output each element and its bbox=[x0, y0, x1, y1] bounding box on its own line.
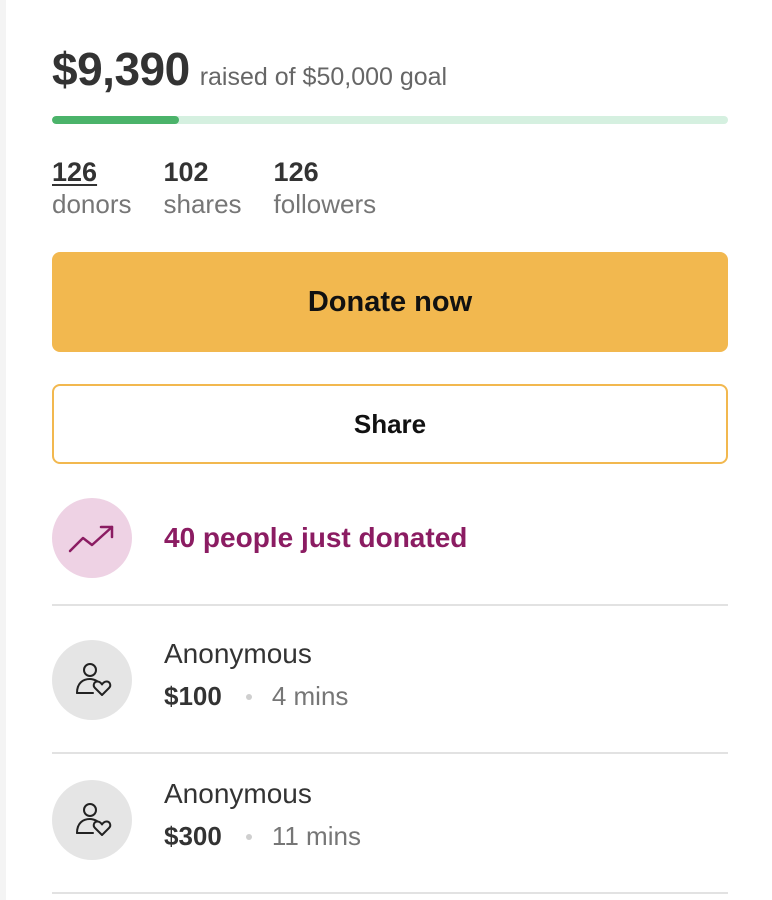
divider bbox=[52, 604, 728, 606]
amount-summary: $9,390 raised of $50,000 goal bbox=[52, 42, 447, 96]
stat-followers: 126 followers bbox=[274, 156, 377, 220]
stats-row: 126 donors 102 shares 126 followers bbox=[52, 156, 408, 220]
stat-shares-count: 102 bbox=[163, 157, 209, 187]
stat-donors-label: donors bbox=[52, 189, 132, 219]
stat-shares: 102 shares bbox=[164, 156, 242, 220]
stat-donors-count[interactable]: 126 bbox=[52, 156, 132, 188]
donation-amount: $300 bbox=[164, 821, 222, 851]
trending-text: 40 people just donated bbox=[164, 522, 468, 553]
progress-bar bbox=[52, 116, 728, 124]
divider bbox=[52, 892, 728, 894]
divider bbox=[52, 752, 728, 754]
separator-dot bbox=[245, 833, 252, 840]
donation-time: 4 mins bbox=[271, 681, 349, 711]
donation-item: Anonymous $100 4 mins bbox=[52, 638, 728, 720]
stat-followers-label: followers bbox=[273, 189, 377, 219]
stat-shares-label: shares bbox=[163, 189, 242, 219]
trending-up-icon bbox=[52, 498, 132, 578]
stat-donors[interactable]: 126 donors bbox=[52, 156, 132, 220]
trending-banner: 40 people just donated bbox=[52, 498, 728, 578]
stat-followers-count: 126 bbox=[273, 157, 319, 187]
donate-now-button[interactable]: Donate now bbox=[52, 252, 728, 352]
donor-heart-icon bbox=[52, 780, 132, 860]
donation-item: Anonymous $300 11 mins bbox=[52, 778, 728, 860]
page-edge bbox=[0, 0, 6, 900]
donation-time: 11 mins bbox=[271, 821, 361, 851]
goal-text: raised of $50,000 goal bbox=[199, 63, 448, 91]
separator-dot bbox=[245, 693, 252, 700]
raised-amount: $9,390 bbox=[52, 43, 190, 95]
donor-heart-icon bbox=[52, 640, 132, 720]
donation-amount: $100 bbox=[164, 681, 222, 711]
donor-name: Anonymous bbox=[164, 778, 312, 809]
donor-name: Anonymous bbox=[164, 638, 312, 669]
progress-fill bbox=[52, 116, 179, 124]
share-button[interactable]: Share bbox=[52, 384, 728, 464]
